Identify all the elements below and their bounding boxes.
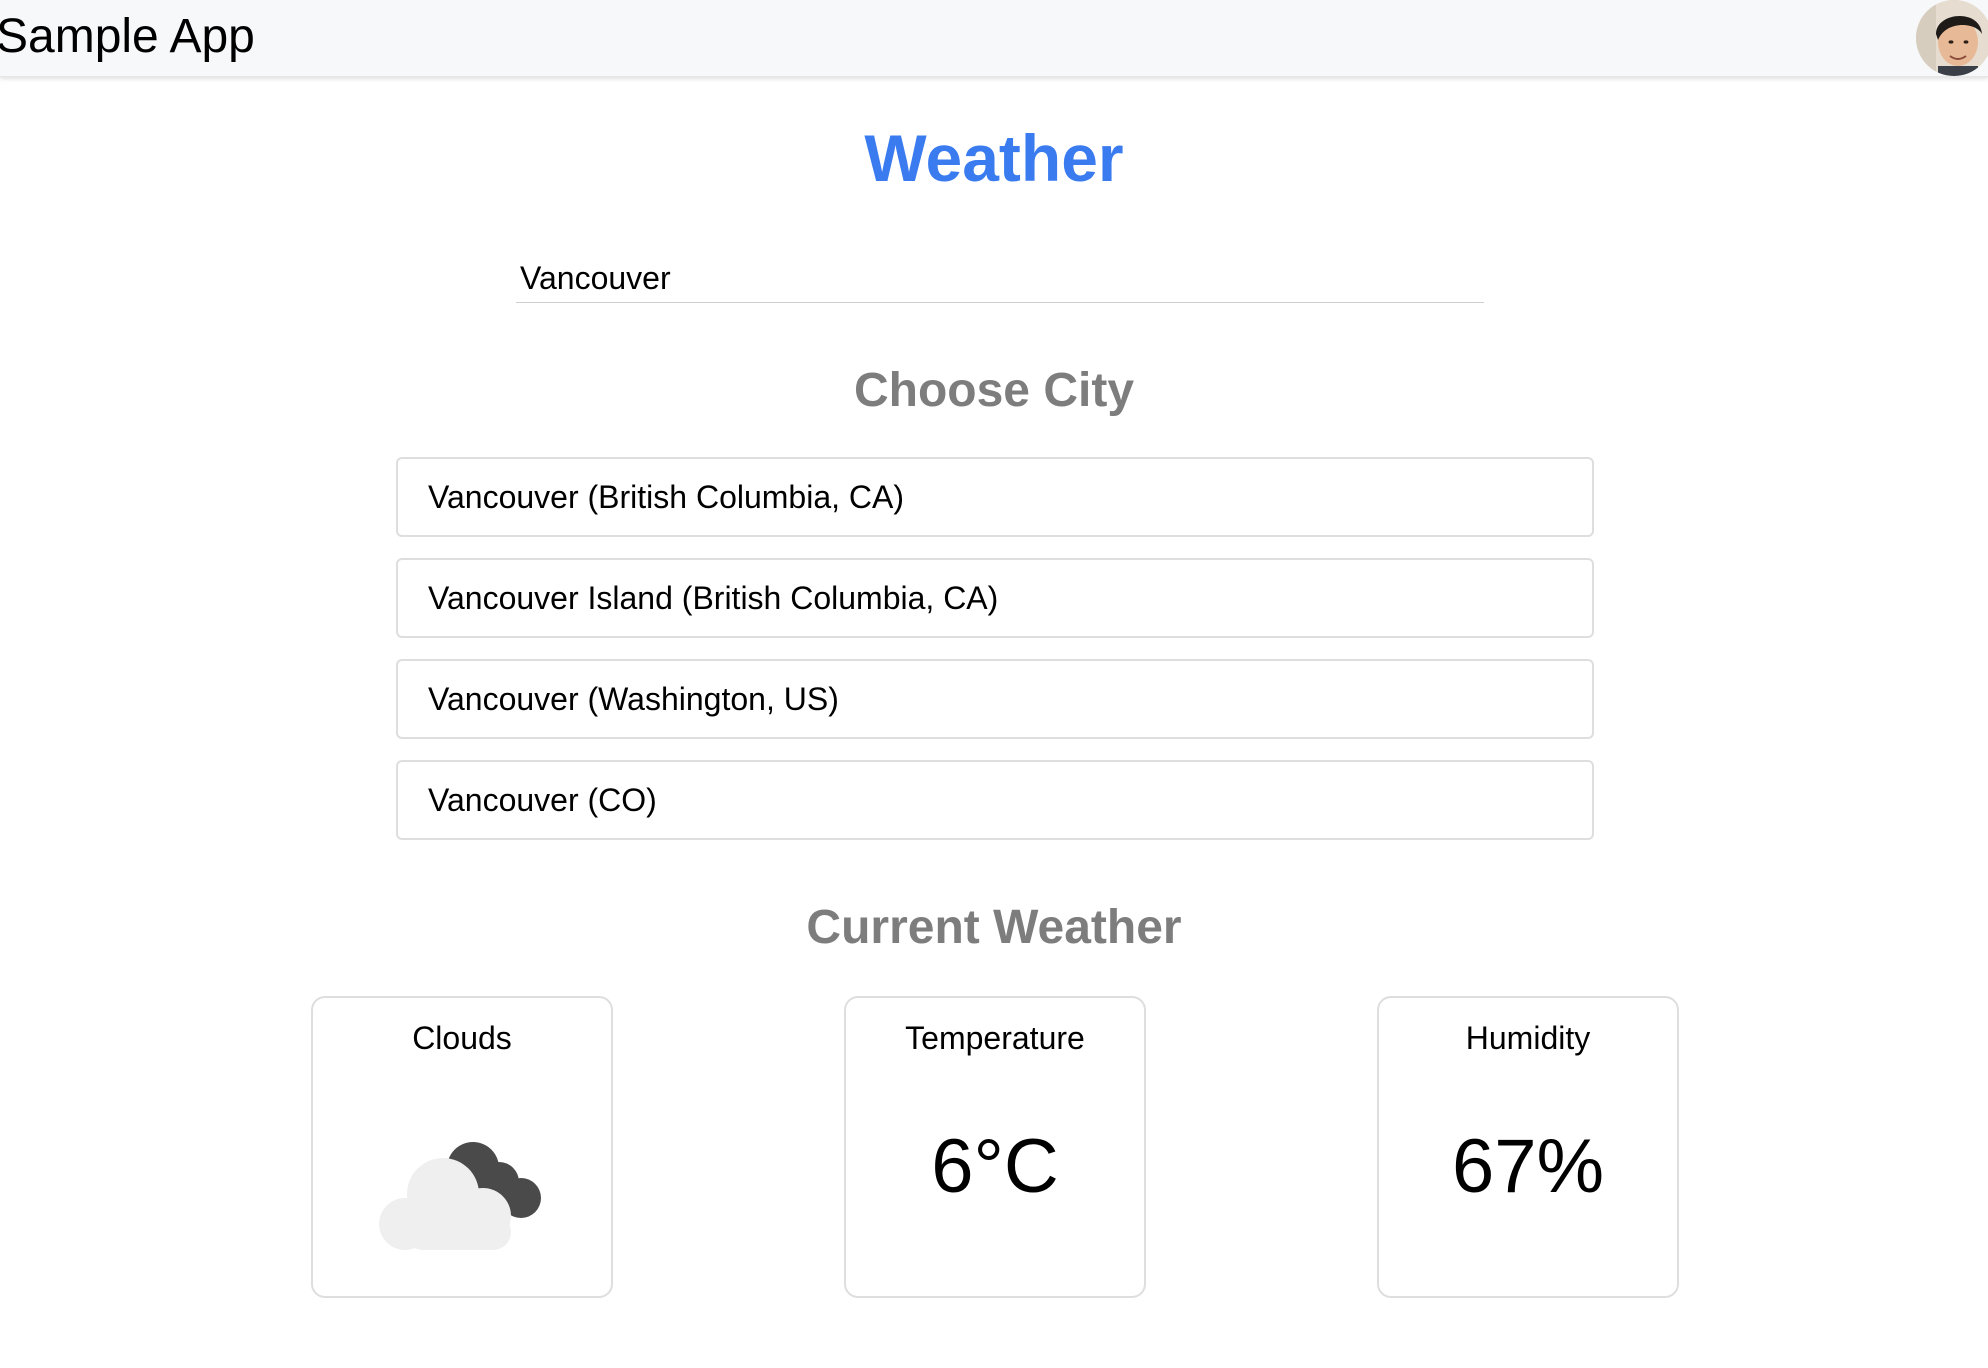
choose-city-heading: Choose City bbox=[853, 364, 1135, 417]
city-option[interactable]: Vancouver (Washington, US) bbox=[396, 659, 1594, 739]
city-option[interactable]: Vancouver Island (British Columbia, CA) bbox=[396, 558, 1594, 638]
cloud-icon bbox=[371, 1122, 561, 1257]
city-option[interactable]: Vancouver (British Columbia, CA) bbox=[396, 457, 1594, 537]
top-app-bar: Sample App bbox=[0, 0, 1988, 77]
temperature-value: 6°C bbox=[931, 1124, 1059, 1209]
avatar-icon bbox=[1916, 0, 1988, 76]
humidity-card-label: Humidity bbox=[1465, 1020, 1591, 1056]
clouds-card: Clouds bbox=[311, 996, 613, 1298]
temperature-card-label: Temperature bbox=[905, 1020, 1085, 1056]
user-avatar[interactable] bbox=[1916, 0, 1988, 76]
page-title: Weather bbox=[864, 121, 1124, 195]
city-option[interactable]: Vancouver (CO) bbox=[396, 760, 1594, 840]
app-title: Sample App bbox=[0, 10, 255, 63]
current-weather-heading: Current Weather bbox=[806, 901, 1182, 954]
city-search-input[interactable] bbox=[516, 254, 1480, 302]
humidity-card: Humidity 67% bbox=[1377, 996, 1679, 1298]
clouds-card-label: Clouds bbox=[412, 1020, 512, 1056]
city-list: Vancouver (British Columbia, CA) Vancouv… bbox=[396, 457, 1596, 861]
city-search-field bbox=[516, 254, 1484, 303]
humidity-value: 67% bbox=[1451, 1124, 1605, 1209]
temperature-card: Temperature 6°C bbox=[844, 996, 1146, 1298]
